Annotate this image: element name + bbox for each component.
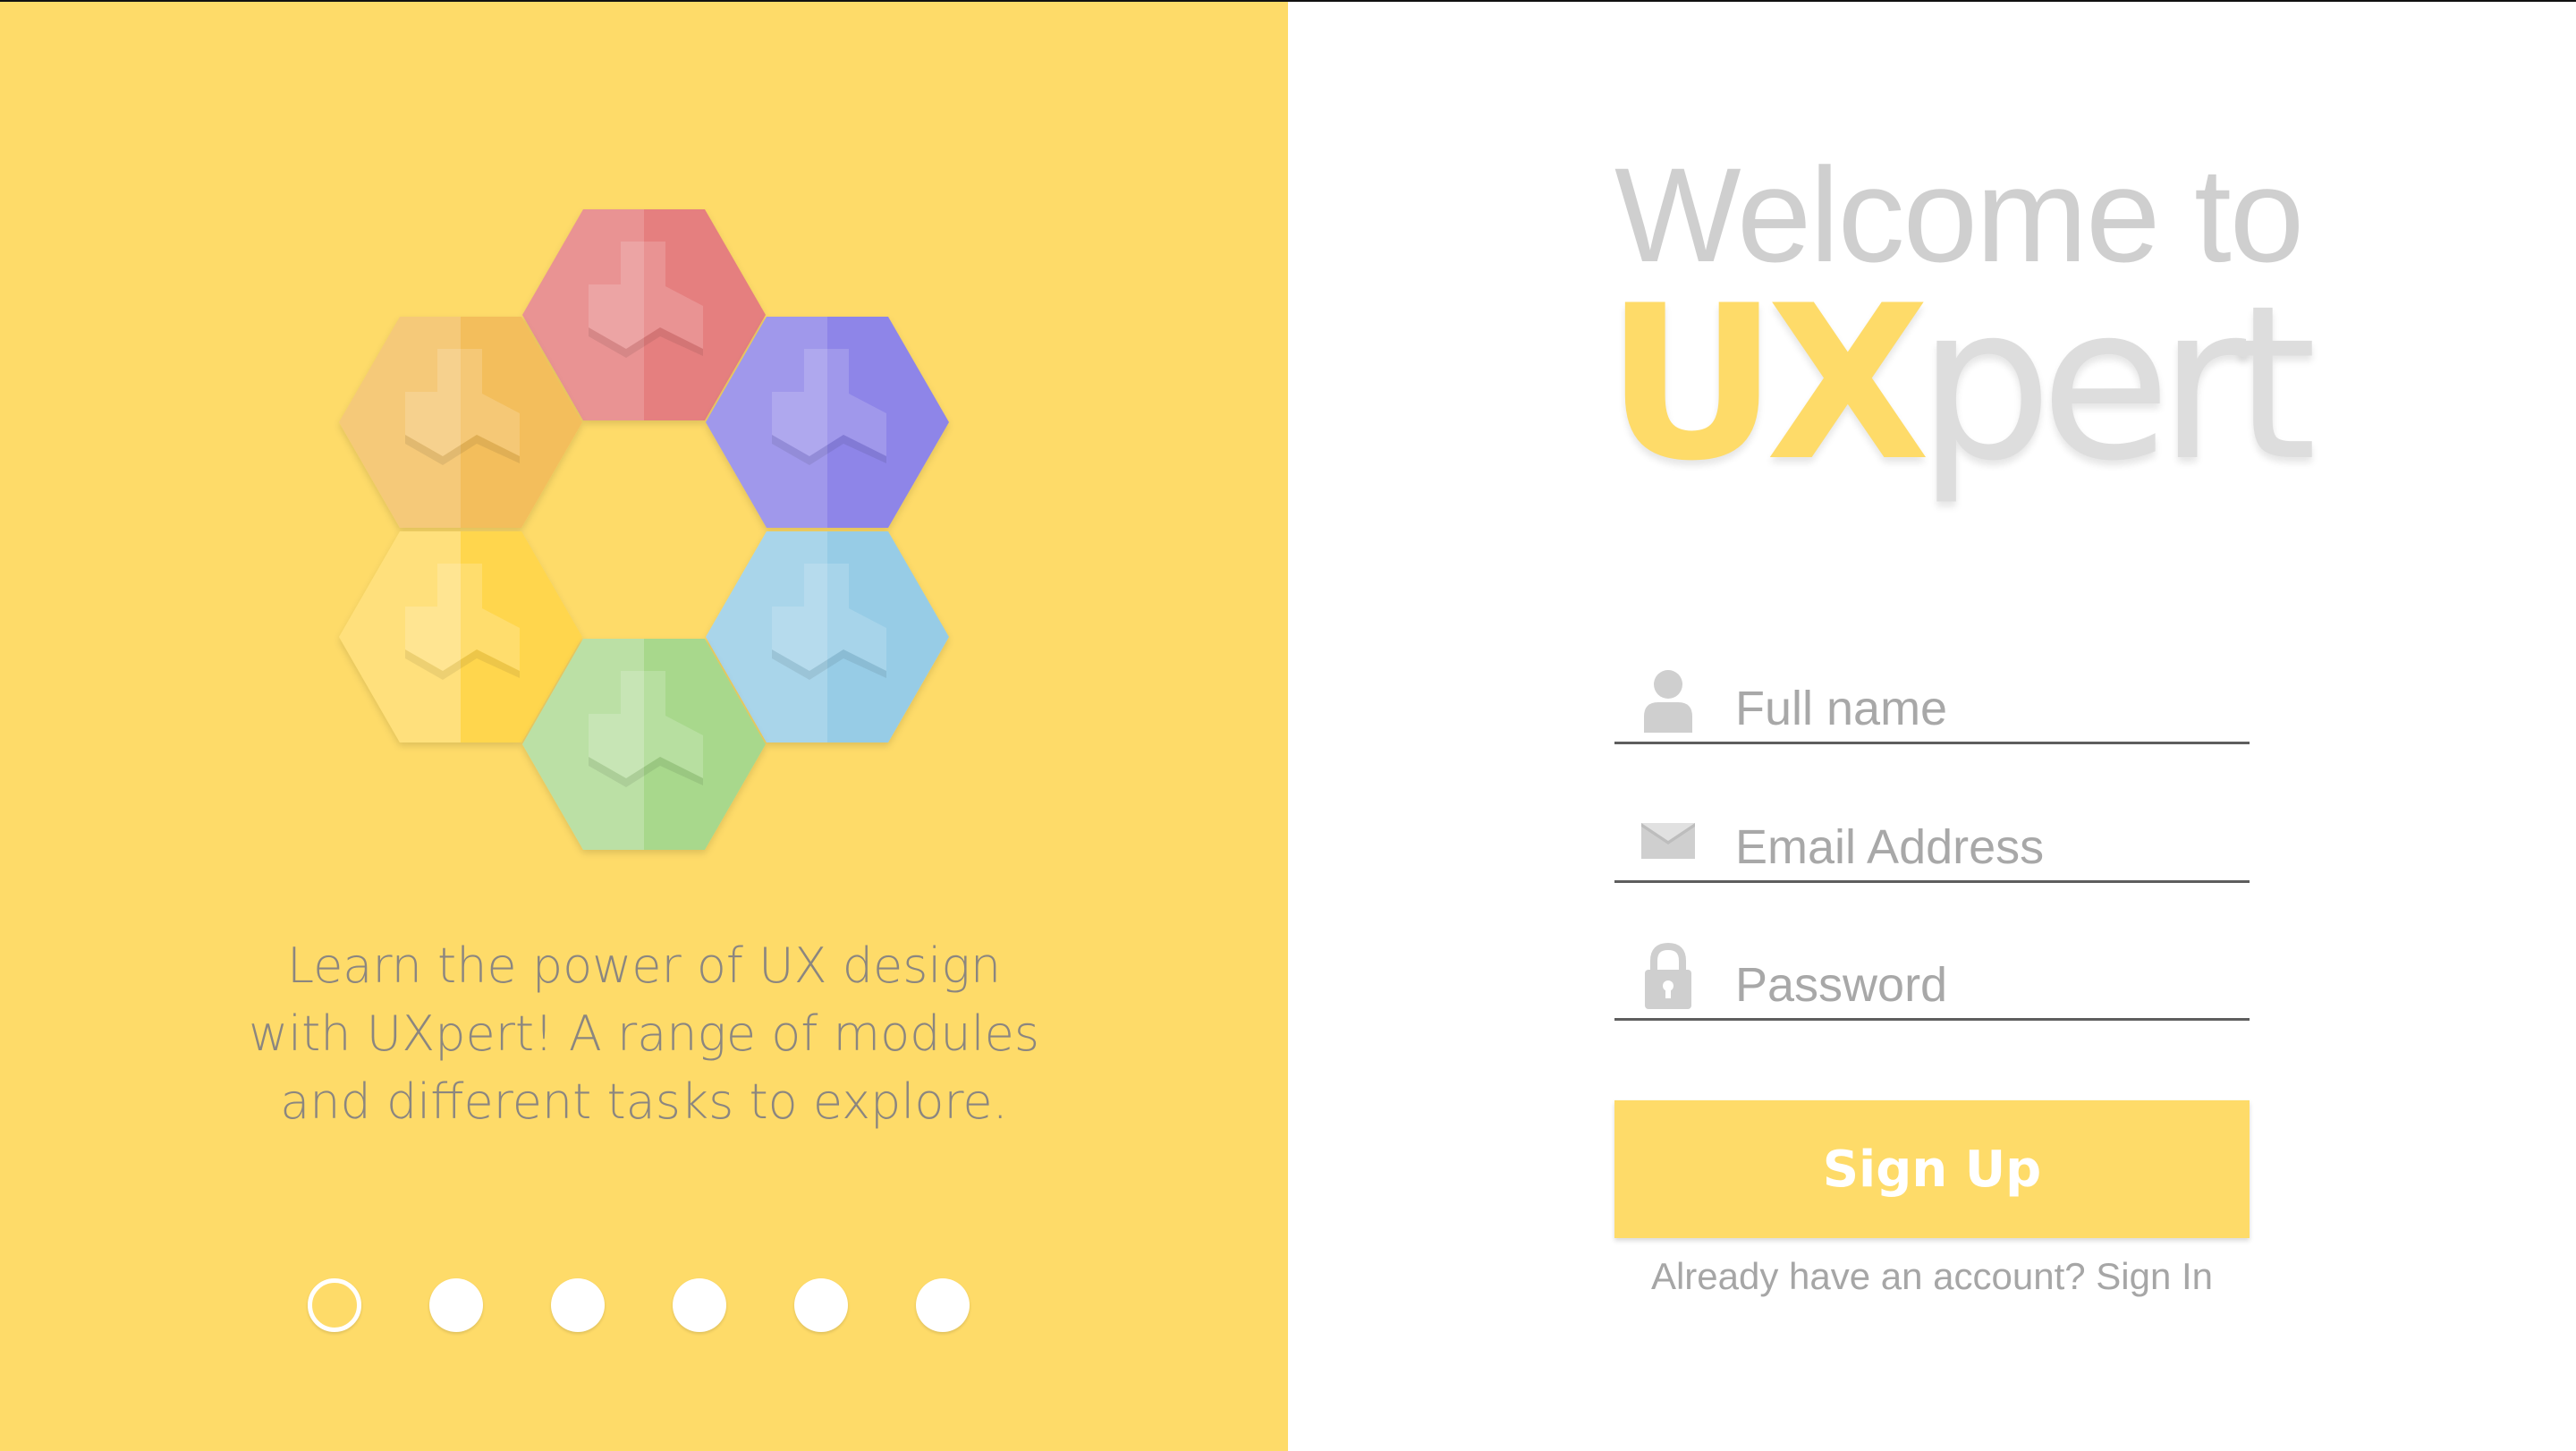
password-input[interactable] (1735, 952, 2236, 1018)
lock-icon (1637, 941, 1699, 1013)
brand-wordmark: UXpert (1606, 273, 2317, 496)
account-prompt-text: Already have an account? (1650, 1255, 2097, 1297)
onboarding-panel: Learn the power of UX design with UXpert… (0, 2, 1288, 1451)
tagline-line-1: Learn the power of UX design (286, 938, 1002, 994)
tagline-line-2: with UXpert! A range of modules (248, 1006, 1040, 1062)
email-field (1614, 802, 2250, 883)
user-icon (1637, 665, 1699, 736)
brand-pert: pert (1917, 260, 2318, 508)
full-name-input[interactable] (1735, 675, 2236, 742)
brand-ux: UX (1606, 260, 1930, 508)
uxpert-hex-logo (339, 209, 949, 850)
pagination-dot-5[interactable] (794, 1278, 848, 1332)
sign-up-button[interactable]: Sign Up (1614, 1100, 2250, 1238)
password-field (1614, 940, 2250, 1021)
carousel-pagination (308, 1277, 970, 1334)
pagination-dot-4[interactable] (673, 1278, 726, 1332)
onboarding-tagline: Learn the power of UX design with UXpert… (233, 932, 1055, 1136)
pagination-dot-3[interactable] (551, 1278, 605, 1332)
pagination-dot-2[interactable] (429, 1278, 483, 1332)
email-input[interactable] (1735, 814, 2236, 880)
pagination-dot-6[interactable] (916, 1278, 970, 1332)
tagline-line-3: and different tasks to explore. (280, 1073, 1008, 1130)
sign-in-prompt: Already have an account? Sign In (1614, 1255, 2250, 1298)
full-name-field (1614, 664, 2250, 744)
envelope-icon (1637, 803, 1699, 875)
pagination-dot-1[interactable] (308, 1278, 361, 1332)
sign-in-link[interactable]: Sign In (2096, 1255, 2213, 1297)
